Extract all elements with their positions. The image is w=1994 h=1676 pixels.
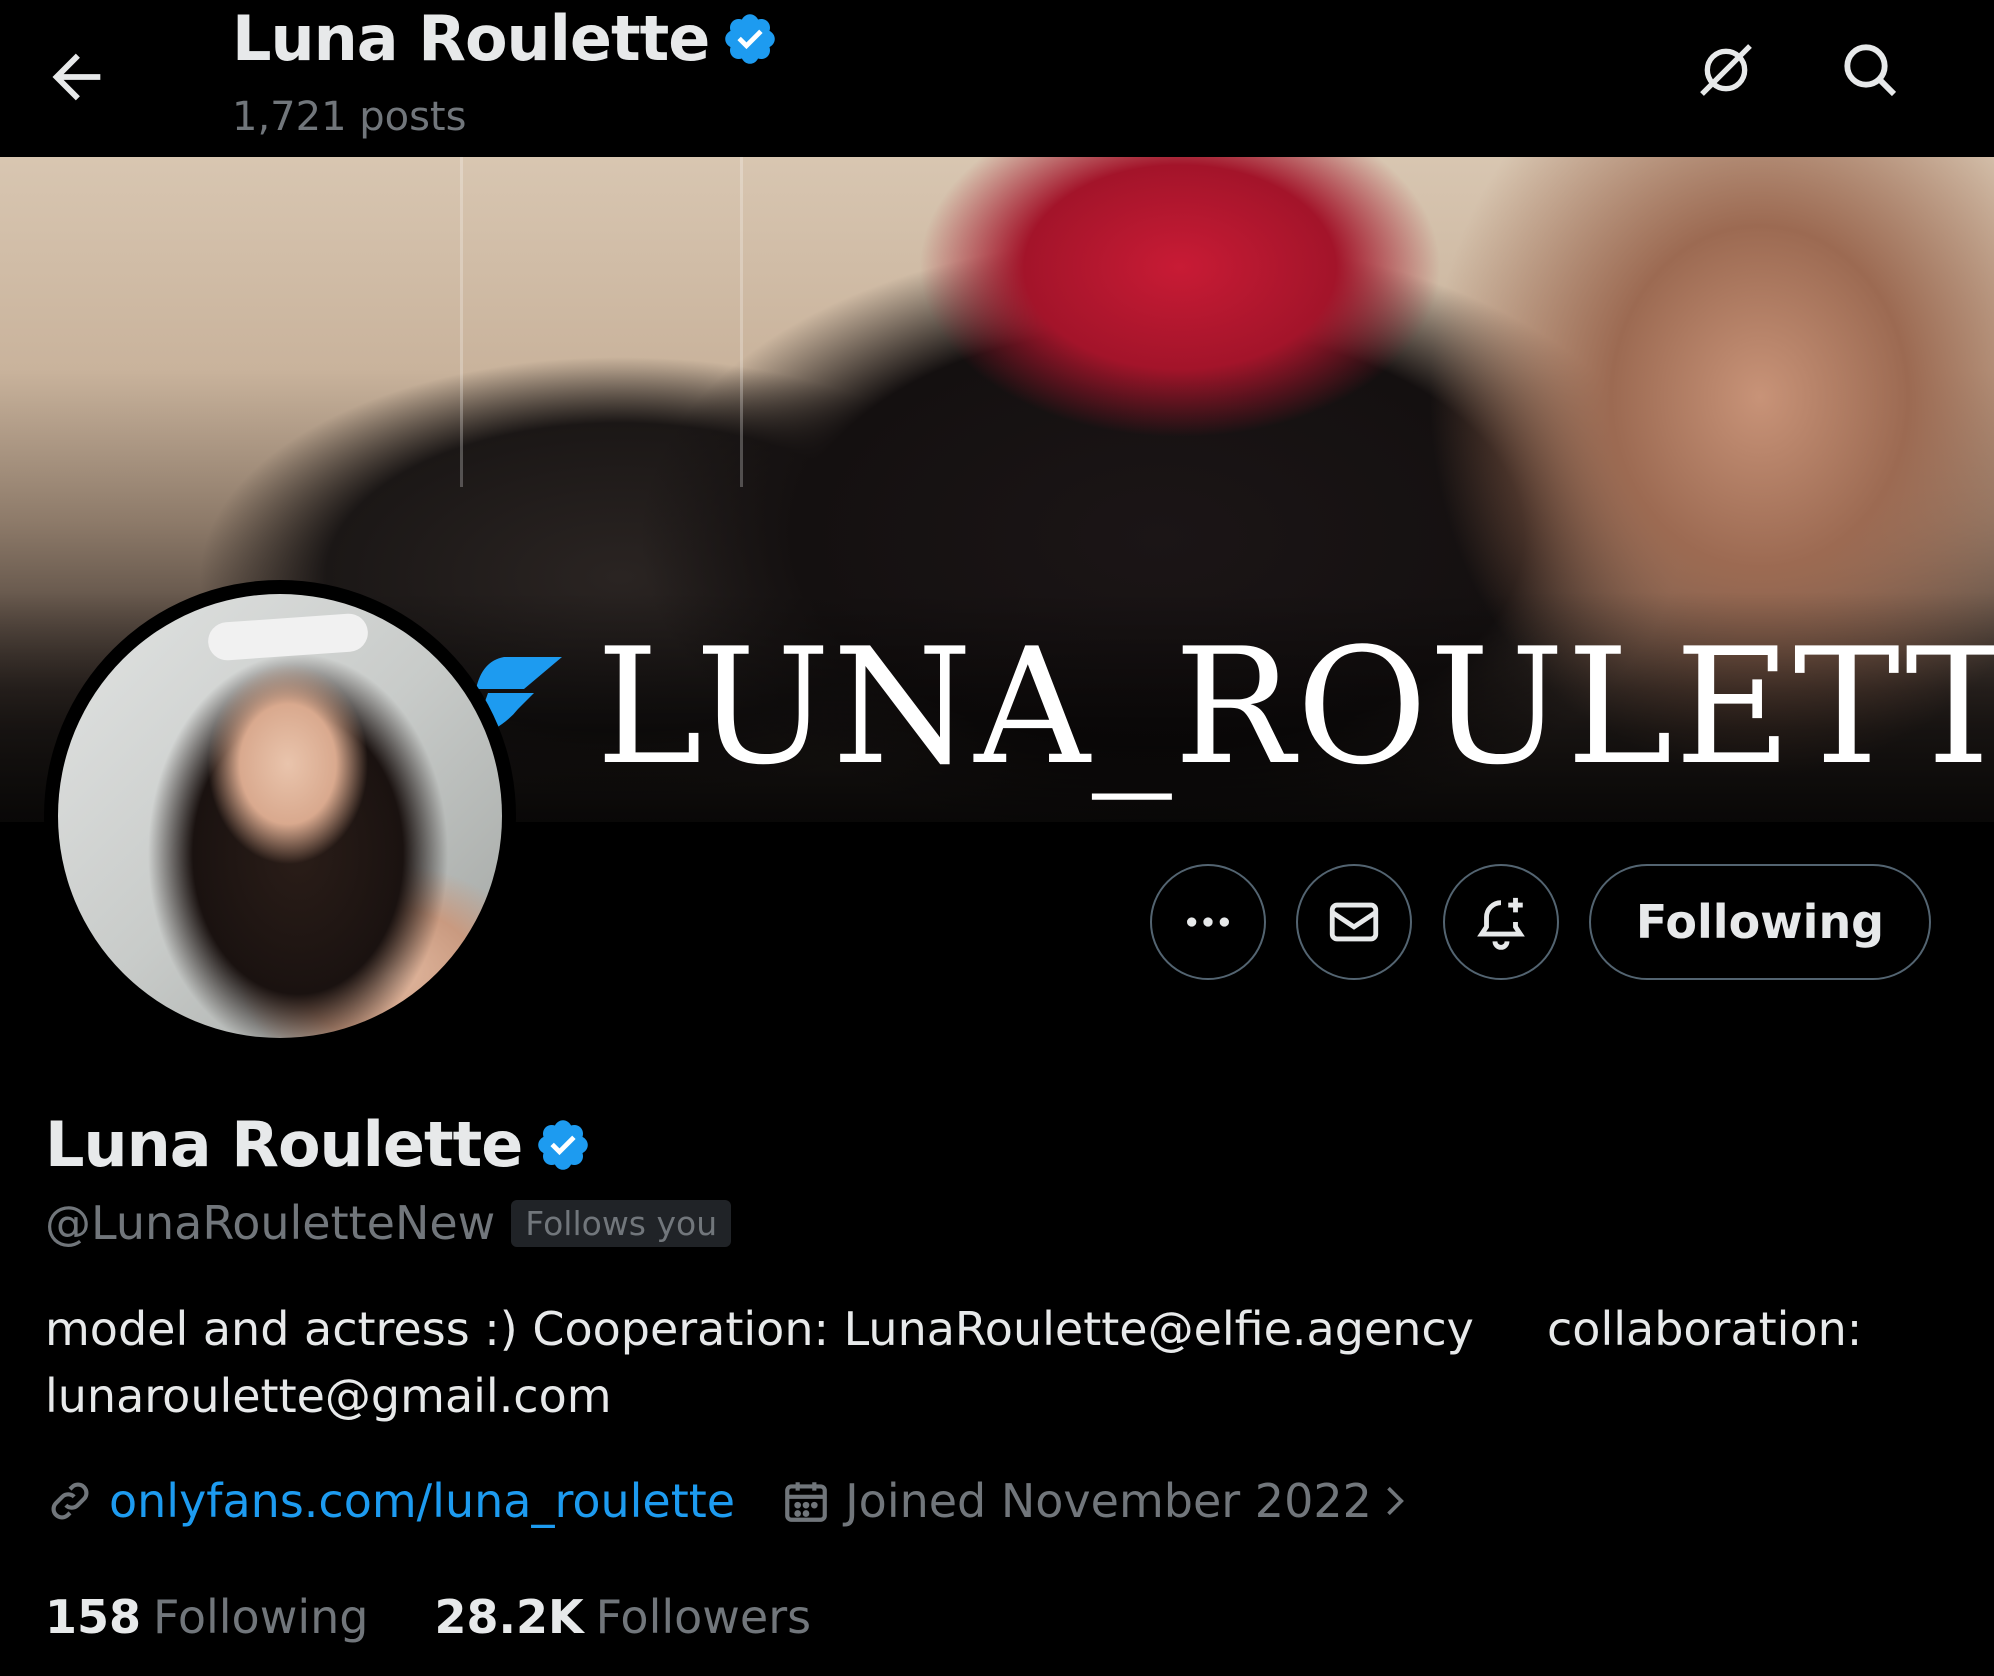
calendar-icon: [785, 1482, 827, 1522]
followers-label: Followers: [595, 1590, 812, 1644]
handle-row: @LunaRouletteNew Follows you: [45, 1196, 732, 1250]
followers-stat[interactable]: 28.2K Followers: [434, 1590, 811, 1644]
bio-line: model and actress :) Cooperation: LunaRo…: [45, 1302, 1863, 1356]
following-stat[interactable]: 158 Following: [45, 1590, 368, 1644]
follows-you-badge: Follows you: [511, 1199, 732, 1247]
back-button[interactable]: [42, 42, 112, 112]
following-count: 158: [45, 1590, 142, 1644]
chevron-right-icon[interactable]: [1372, 1479, 1416, 1523]
avatar[interactable]: [44, 580, 516, 1052]
banner-decor: [740, 157, 743, 487]
avatar-decor: [206, 612, 370, 662]
grok-icon: [1700, 44, 1752, 96]
mail-icon: [1329, 902, 1379, 942]
website-link[interactable]: onlyfans.com/luna_roulette: [109, 1474, 735, 1528]
verified-badge-icon[interactable]: [534, 1116, 592, 1174]
banner-text: LUNA_ROULETTE: [596, 613, 1994, 800]
message-button[interactable]: [1296, 864, 1412, 980]
grok-button[interactable]: [1694, 38, 1758, 102]
profile-name-text: Luna Roulette: [45, 1108, 523, 1181]
more-icon: [1187, 917, 1229, 927]
search-button[interactable]: [1838, 38, 1902, 102]
verified-badge-icon: [725, 13, 776, 64]
following-button[interactable]: Following: [1589, 864, 1931, 980]
profile-display-name: Luna Roulette: [45, 1108, 592, 1181]
profile-handle: @LunaRouletteNew: [45, 1196, 496, 1250]
profile-meta: onlyfans.com/luna_roulette Joined Novemb…: [45, 1474, 1416, 1528]
back-arrow-icon: [52, 53, 101, 101]
top-bar: Luna Roulette 1,721 posts: [0, 0, 1994, 157]
followers-count: 28.2K: [434, 1590, 584, 1644]
header-display-name: Luna Roulette: [232, 2, 779, 75]
avatar-image: [58, 594, 502, 1038]
bio-line: lunaroulette@gmail.com: [45, 1369, 612, 1423]
header-name-text: Luna Roulette: [232, 2, 710, 75]
posts-count: 1,721 posts: [232, 94, 467, 140]
more-button[interactable]: [1150, 864, 1266, 980]
notifications-button[interactable]: [1443, 864, 1559, 980]
follow-stats: 158 Following 28.2K Followers: [45, 1590, 811, 1644]
joined-date[interactable]: Joined November 2022: [845, 1474, 1372, 1528]
profile-bio: model and actress :) Cooperation: LunaRo…: [45, 1296, 1945, 1430]
following-label: Following: [153, 1590, 369, 1644]
link-icon: [51, 1482, 89, 1520]
banner-decor: [460, 157, 463, 487]
search-icon: [1844, 44, 1897, 97]
bell-plus-icon: [1477, 897, 1525, 950]
